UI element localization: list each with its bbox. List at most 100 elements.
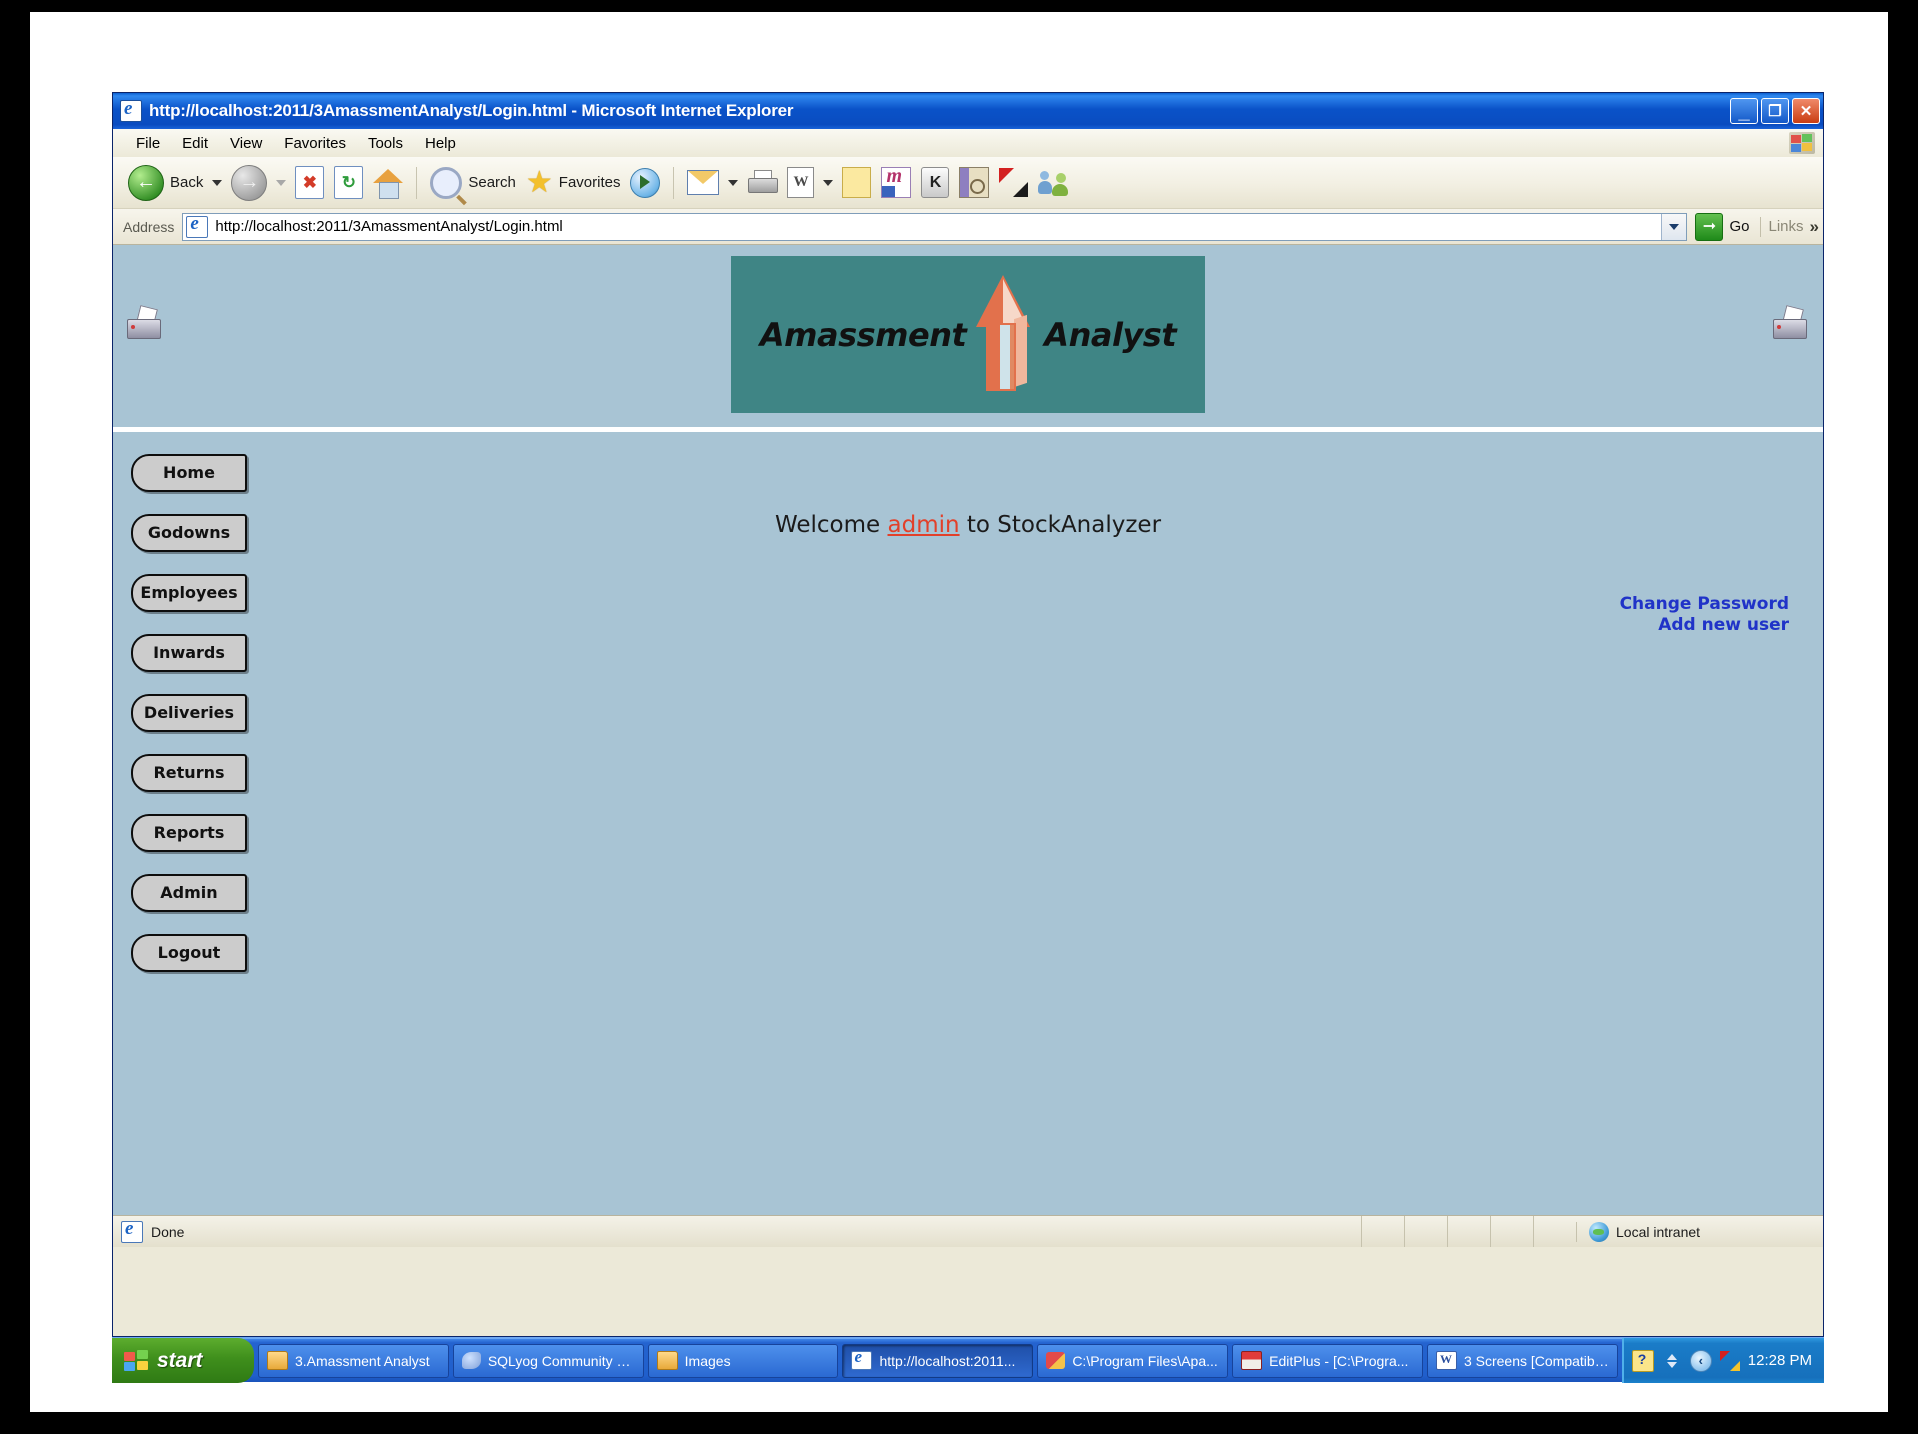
kaspersky-icon	[999, 168, 1029, 197]
taskbar-item-images[interactable]: Images	[647, 1343, 839, 1378]
page-viewport: Amassment Analyst Home Godowns Employees…	[113, 245, 1823, 1215]
go-label: Go	[1729, 218, 1750, 235]
forward-arrow-icon: →	[231, 164, 268, 201]
favorites-button[interactable]: ★ Favorites	[521, 160, 626, 206]
restore-icon: ❐	[1768, 102, 1782, 120]
menu-bar: File Edit View Favorites Tools Help	[113, 129, 1823, 157]
window-title: http://localhost:2011/3AmassmentAnalyst/…	[149, 101, 794, 120]
print-button[interactable]	[742, 160, 782, 206]
sidebar-item-logout[interactable]: Logout	[131, 934, 247, 972]
menu-item-edit[interactable]: Edit	[171, 133, 219, 154]
mail-button[interactable]	[682, 160, 724, 206]
keyboard-button[interactable]: K	[916, 160, 954, 206]
sidebar-item-admin[interactable]: Admin	[131, 874, 247, 912]
current-user-link[interactable]: admin	[888, 512, 960, 538]
add-new-user-link[interactable]: Add new user	[1620, 615, 1789, 636]
notes-button[interactable]	[837, 160, 876, 206]
edit-chevron-down-icon[interactable]	[823, 179, 834, 186]
messenger-button[interactable]	[1033, 160, 1073, 206]
edit-word-button[interactable]: W	[782, 160, 819, 206]
banner-word-right: Analyst	[1044, 315, 1177, 354]
address-dropdown-button[interactable]	[1661, 213, 1687, 240]
menu-item-help[interactable]: Help	[414, 133, 467, 154]
address-url-text: http://localhost:2011/3AmassmentAnalyst/…	[215, 218, 563, 235]
updown-arrows-icon[interactable]	[1662, 1351, 1682, 1371]
folder-icon	[656, 1351, 678, 1370]
ie-page-icon	[186, 215, 209, 238]
kaspersky-icon[interactable]	[1719, 1350, 1740, 1371]
sidebar-item-home[interactable]: Home	[131, 454, 247, 492]
taskbar-item-label: C:\Program Files\Apa...	[1072, 1352, 1218, 1369]
globe-icon	[1589, 1221, 1609, 1242]
page-header: Amassment Analyst	[113, 245, 1823, 427]
minimize-button[interactable]: _	[1730, 98, 1758, 124]
sidebar-item-employees[interactable]: Employees	[131, 574, 247, 612]
refresh-button[interactable]: ↻	[329, 160, 368, 206]
home-button[interactable]	[368, 160, 408, 206]
toolbar-separator-2	[673, 166, 675, 199]
address-input[interactable]: http://localhost:2011/3AmassmentAnalyst/…	[182, 212, 1688, 241]
book-search-icon	[959, 167, 990, 198]
restore-button[interactable]: ❐	[1761, 98, 1789, 124]
onenote-button[interactable]	[876, 160, 916, 206]
people-icon	[1038, 169, 1069, 196]
taskbar-item-browser[interactable]: http://localhost:2011...	[842, 1343, 1034, 1378]
taskbar-item-amassment-analyst[interactable]: 3.Amassment Analyst	[258, 1343, 449, 1378]
window-controls: _ ❐ ✕	[1730, 98, 1820, 124]
taskbar-item-sqlyog[interactable]: SQLyog Community E...	[452, 1343, 644, 1378]
close-icon: ✕	[1799, 102, 1813, 120]
taskbar-item-editplus[interactable]: EditPlus - [C:\Progra...	[1232, 1343, 1423, 1378]
sidebar-item-deliveries[interactable]: Deliveries	[131, 694, 247, 732]
address-label: Address	[123, 218, 175, 235]
status-pane	[1447, 1216, 1490, 1247]
menu-item-file[interactable]: File	[125, 133, 171, 154]
links-chevron-right-icon[interactable]: »	[1810, 217, 1819, 237]
onenote-icon	[881, 167, 912, 198]
status-pane	[1361, 1216, 1404, 1247]
sidebar-item-reports[interactable]: Reports	[131, 814, 247, 852]
page-body: Home Godowns Employees Inwards Deliverie…	[113, 432, 1823, 1215]
menu-item-view[interactable]: View	[219, 133, 273, 154]
banner-word-left: Amassment	[759, 315, 967, 354]
stop-button[interactable]: ✖	[290, 160, 329, 206]
antivirus-button[interactable]	[994, 160, 1033, 206]
menu-item-tools[interactable]: Tools	[357, 133, 414, 154]
links-bar[interactable]: Links »	[1759, 216, 1819, 237]
back-button[interactable]: ← Back	[123, 160, 208, 206]
search-label: Search	[468, 174, 516, 191]
internet-explorer-window: http://localhost:2011/3AmassmentAnalyst/…	[112, 92, 1824, 1337]
help-balloon-icon[interactable]	[1631, 1349, 1654, 1372]
sidebar-item-inwards[interactable]: Inwards	[131, 634, 247, 672]
taskbar-item-word[interactable]: 3 Screens [Compatibil...	[1426, 1343, 1618, 1378]
go-button[interactable]: ➞ Go	[1695, 212, 1750, 241]
folder-icon	[267, 1351, 288, 1370]
change-password-link[interactable]: Change Password	[1620, 594, 1789, 615]
windows-flag-icon	[124, 1349, 149, 1372]
taskbar-item-apache[interactable]: C:\Program Files\Apa...	[1037, 1343, 1229, 1378]
ie-status-icon	[121, 1220, 143, 1243]
hide-tray-icon[interactable]: ‹	[1689, 1349, 1712, 1372]
favorites-label: Favorites	[558, 174, 621, 191]
welcome-message: Welcome admin to StockAnalyzer	[113, 512, 1823, 538]
dictionary-button[interactable]	[954, 160, 994, 206]
system-tray: ‹ 12:28 PM	[1621, 1338, 1824, 1383]
close-button[interactable]: ✕	[1792, 98, 1820, 124]
media-button[interactable]	[625, 160, 665, 206]
media-icon	[630, 167, 661, 198]
printer-icon	[127, 305, 163, 339]
search-button[interactable]: Search	[425, 160, 521, 206]
minimize-icon: _	[1738, 101, 1750, 123]
ie-icon	[851, 1351, 873, 1370]
security-zone[interactable]: Local intranet	[1576, 1221, 1823, 1242]
note-icon	[842, 167, 872, 198]
back-history-chevron-down-icon[interactable]	[212, 179, 223, 186]
windows-taskbar: start 3.Amassment Analyst SQLyog Communi…	[112, 1337, 1824, 1383]
start-button[interactable]: start	[112, 1338, 254, 1383]
apache-icon	[1046, 1352, 1066, 1369]
taskbar-item-label: 3.Amassment Analyst	[295, 1352, 430, 1369]
menu-item-favorites[interactable]: Favorites	[273, 133, 357, 154]
mail-chevron-down-icon[interactable]	[728, 179, 739, 186]
taskbar-clock[interactable]: 12:28 PM	[1748, 1352, 1812, 1369]
sidebar-item-returns[interactable]: Returns	[131, 754, 247, 792]
toolbar-separator	[416, 166, 418, 199]
